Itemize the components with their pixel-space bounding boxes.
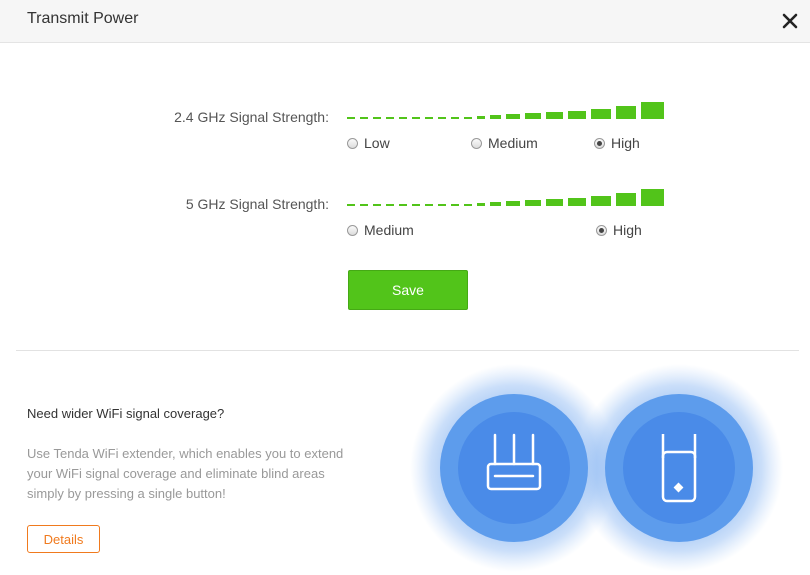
band-5-strength-bar — [373, 204, 381, 206]
band-5-option-medium-label: Medium — [364, 222, 414, 238]
radio-icon[interactable] — [347, 137, 358, 149]
radio-icon[interactable] — [471, 137, 482, 149]
band-5-option-medium[interactable]: Medium — [347, 222, 414, 238]
band-24-option-medium-label: Medium — [488, 135, 538, 151]
band-24-strength-bar — [451, 117, 459, 119]
band-5-strength-bar — [399, 204, 407, 206]
band-5-label: 5 GHz Signal Strength: — [185, 196, 329, 212]
dialog-header: Transmit Power — [0, 0, 810, 43]
band-24-strength-bar — [386, 117, 394, 119]
band-24-strength-bar — [616, 106, 636, 119]
band-5-strength-bar — [568, 198, 586, 206]
band-24-option-low-label: Low — [364, 135, 390, 151]
band-24-strength-bar — [525, 113, 541, 119]
band-24-strength-bar — [568, 111, 586, 119]
band-24-strength-bar — [373, 117, 381, 119]
band-5-strength-bars — [347, 187, 664, 207]
band-5-strength-bar — [438, 204, 446, 206]
band-5-strength-bar — [451, 204, 459, 206]
band-24-strength-bar — [464, 117, 472, 119]
promo-description: Use Tenda WiFi extender, which enables y… — [27, 446, 344, 501]
band-24-option-low[interactable]: Low — [347, 135, 390, 151]
band-24-strength-bar — [412, 117, 420, 119]
band-24-strength-bar — [425, 117, 433, 119]
save-button[interactable]: Save — [348, 270, 468, 310]
band-24-option-high-label: High — [611, 135, 640, 151]
close-icon[interactable] — [780, 11, 800, 31]
band-24-strength-bar — [490, 115, 501, 119]
band-5-strength-bar — [360, 204, 368, 206]
band-5-strength-bar — [616, 193, 636, 206]
band-5-strength-bar — [412, 204, 420, 206]
band-24-strength-bar — [360, 117, 368, 119]
band-5-strength-bar — [591, 196, 611, 206]
band-24-strength-bar — [506, 114, 520, 119]
band-24-strength-bar — [438, 117, 446, 119]
band-24-strength-bar — [347, 117, 355, 119]
band-5-strength-bar — [525, 200, 541, 206]
band-24-label: 2.4 GHz Signal Strength: — [174, 109, 329, 125]
band-5-option-high-label: High — [613, 222, 642, 238]
band-24-option-medium[interactable]: Medium — [471, 135, 538, 151]
radio-checked-icon[interactable] — [596, 224, 607, 236]
band-5-strength-bar — [347, 204, 355, 206]
band-24-strength-bar — [477, 116, 485, 119]
band-5-strength-bar — [477, 203, 485, 206]
dialog-title: Transmit Power — [27, 10, 139, 27]
band-5-strength-bar — [386, 204, 394, 206]
band-24-strength-bar — [641, 102, 664, 119]
band-24-strength-bars — [347, 100, 664, 120]
extender-illustration — [410, 364, 783, 572]
band-5-strength-bar — [641, 189, 664, 206]
promo-heading: Need wider WiFi signal coverage? — [27, 406, 225, 421]
band-24-strength-bar — [546, 112, 563, 119]
band-5-strength-bar — [546, 199, 563, 206]
band-5-strength-bar — [506, 201, 520, 206]
band-5-strength-bar — [425, 204, 433, 206]
radio-icon[interactable] — [347, 224, 358, 236]
band-24-strength-bar — [399, 117, 407, 119]
band-5-option-high[interactable]: High — [596, 222, 642, 238]
band-5-strength-bar — [490, 202, 501, 206]
section-divider — [16, 350, 799, 351]
band-5-strength-bar — [464, 204, 472, 206]
band-24-option-high[interactable]: High — [594, 135, 640, 151]
details-button[interactable]: Details — [27, 525, 100, 553]
radio-checked-icon[interactable] — [594, 137, 605, 149]
band-24-strength-bar — [591, 109, 611, 119]
